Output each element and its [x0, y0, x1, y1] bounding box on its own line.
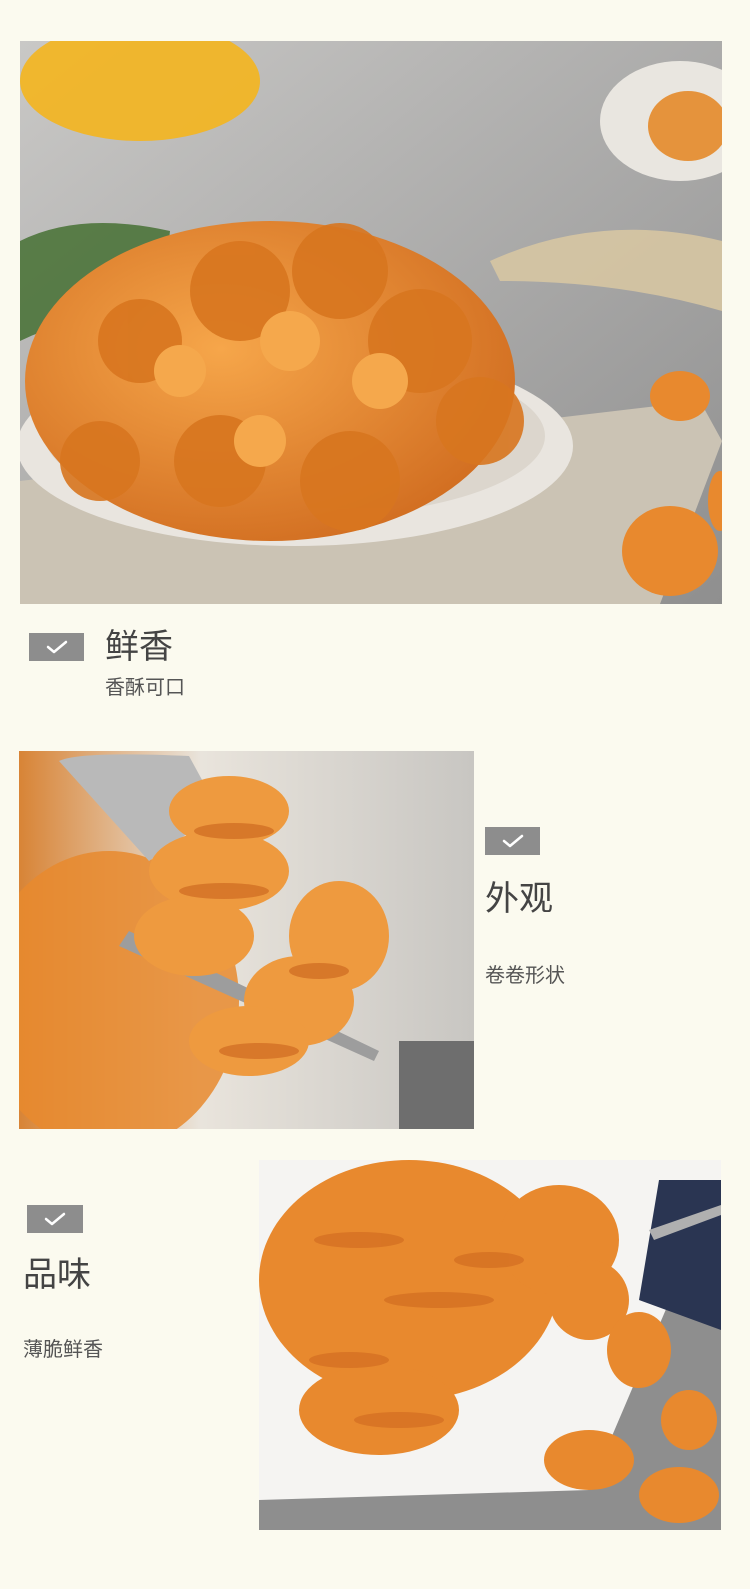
check-icon	[485, 827, 540, 855]
section-title-appearance: 外观	[485, 879, 553, 919]
section-subtitle-appearance: 卷卷形状	[485, 963, 565, 987]
section-subtitle-fresh: 香酥可口	[105, 675, 185, 699]
snack-tray-photo	[259, 1160, 721, 1530]
check-icon	[29, 633, 84, 661]
snack-plate-photo	[20, 41, 722, 604]
fork-snack-photo	[19, 751, 474, 1129]
section-subtitle-taste: 薄脆鲜香	[23, 1337, 103, 1361]
section-title-taste: 品味	[23, 1255, 91, 1295]
check-icon	[27, 1205, 83, 1233]
section-title-fresh: 鲜香	[105, 627, 173, 667]
